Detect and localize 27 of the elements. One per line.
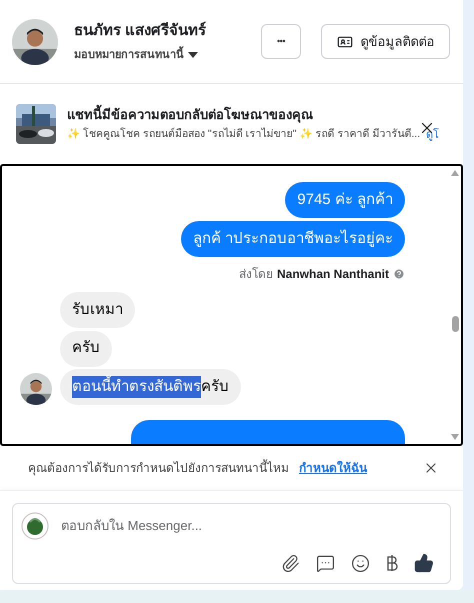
help-icon: [393, 268, 405, 280]
message-bubble: รับเหมา: [60, 292, 135, 328]
baht-icon[interactable]: [386, 554, 398, 572]
attach-icon[interactable]: [281, 554, 300, 572]
message-bubble: ครับ: [60, 330, 112, 367]
contact-name: ธนภัทร แสงศรีจันทร์: [74, 20, 208, 41]
reply-input[interactable]: ตอบกลับใน Messenger...: [61, 516, 442, 536]
assign-to-me-link[interactable]: กำหนดให้ฉัน: [299, 459, 367, 477]
ad-reply-title: แชทนี้มีข้อความตอบกลับต่อโฆษณาของคุณ: [67, 104, 314, 124]
caret-icon: [188, 52, 198, 58]
more-button[interactable]: •••: [261, 24, 301, 59]
message-bubble: ตอนนี้ทำตรงสันติพรครับ: [60, 368, 241, 405]
ad-subtitle: ✨ โชคคูณโชค รถยนต์มือสอง ''รถไม่ดี เราไม่ขาย'' ✨ รถดี ราคาดี มีวารันตี...: [67, 127, 420, 142]
scroll-thumb[interactable]: [452, 316, 458, 332]
chat-bubble-icon[interactable]: [316, 554, 335, 572]
emoji-icon[interactable]: [351, 554, 370, 572]
ad-link[interactable]: ดูโ: [426, 127, 440, 144]
sender-name: Nanwhan Nanthanit: [276, 266, 389, 283]
assign-dropdown[interactable]: มอบหมายการสนทนานี้: [74, 46, 244, 63]
page-logo-icon: [21, 512, 49, 540]
assign-prompt: คุณต้องการได้รับการกำหนดไปยังการสนทนานี้ไหม: [28, 459, 289, 477]
message-bubble: ลูกค้ าประกอบอาชีพอะไรอยู่คะ: [180, 220, 405, 257]
contact-card-icon: [336, 34, 352, 50]
thumbs-up-icon[interactable]: [414, 553, 434, 573]
sent-by-label: ส่งโดย: [238, 266, 273, 283]
message-bubble: 9745 ค่ะ ลูกค้า: [285, 182, 405, 218]
contact-info-button[interactable]: ดูข้อมูลติดต่อ: [321, 24, 450, 59]
